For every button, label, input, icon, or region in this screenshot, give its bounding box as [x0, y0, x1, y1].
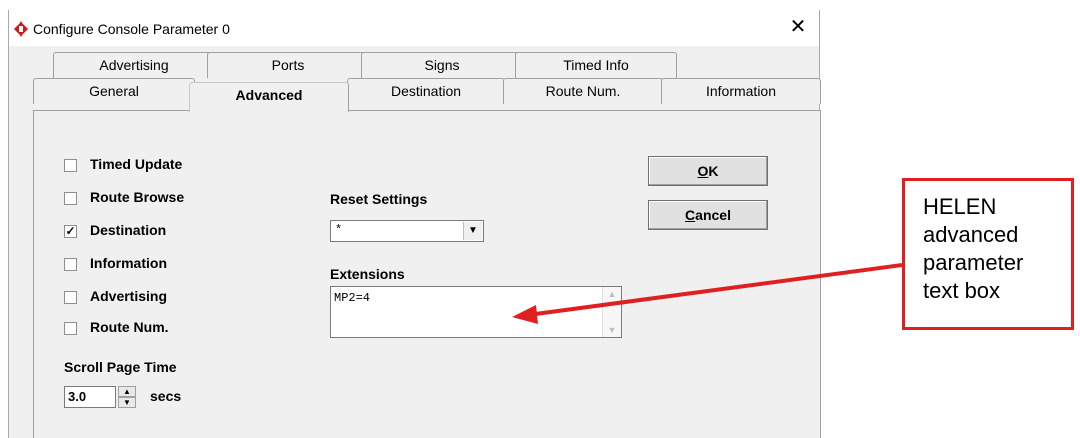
- annotation-arrow: [512, 263, 903, 324]
